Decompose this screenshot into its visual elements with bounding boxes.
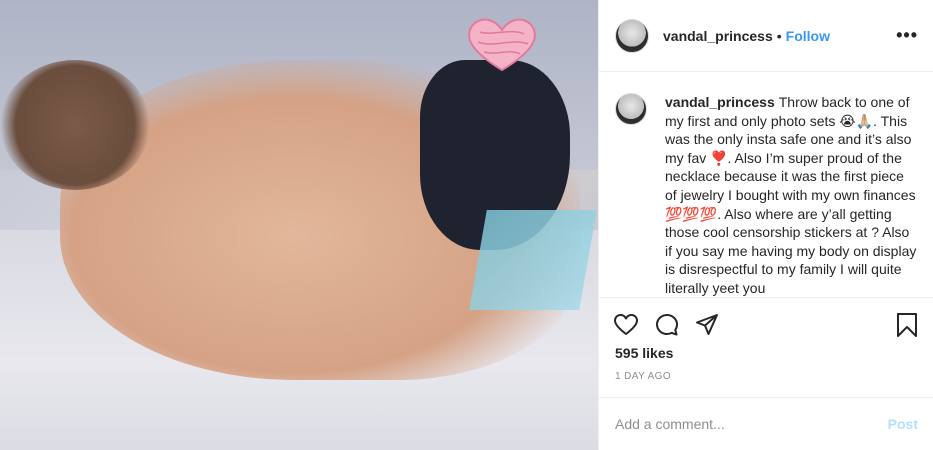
instagram-post: vandal_princess • Follow ••• vandal_prin… [0, 0, 933, 450]
post-header: vandal_princess • Follow ••• [599, 0, 933, 72]
comment-input[interactable] [615, 416, 888, 432]
share-icon[interactable] [694, 312, 720, 338]
comment-icon[interactable] [654, 312, 680, 338]
post-photo[interactable] [0, 0, 598, 450]
photo-subject-hair [0, 60, 150, 190]
more-options-icon[interactable]: ••• [896, 26, 918, 44]
caption-body: vandal_princess Throw back to one of my f… [665, 93, 918, 297]
action-bar [599, 300, 933, 350]
post-timestamp[interactable]: 1 DAY AGO [615, 371, 671, 382]
heart-censor-sticker [468, 18, 536, 72]
heart-icon[interactable] [613, 312, 639, 338]
follow-button[interactable]: Follow [786, 28, 830, 44]
bookmark-icon[interactable] [894, 312, 920, 338]
caption: vandal_princess Throw back to one of my f… [599, 73, 933, 298]
post-sidebar: vandal_princess • Follow ••• vandal_prin… [598, 0, 933, 450]
header-username[interactable]: vandal_princess [663, 28, 773, 44]
comment-bar: Post [599, 397, 933, 450]
avatar[interactable] [615, 18, 649, 53]
like-count[interactable]: 595 likes [615, 345, 673, 361]
header-separator: • [776, 27, 782, 44]
photo-blue-sheet [469, 210, 597, 310]
caption-username[interactable]: vandal_princess [665, 94, 775, 110]
post-comment-button[interactable]: Post [888, 416, 918, 432]
caption-avatar[interactable] [615, 93, 647, 125]
caption-text: Throw back to one of my first and only p… [665, 94, 917, 296]
